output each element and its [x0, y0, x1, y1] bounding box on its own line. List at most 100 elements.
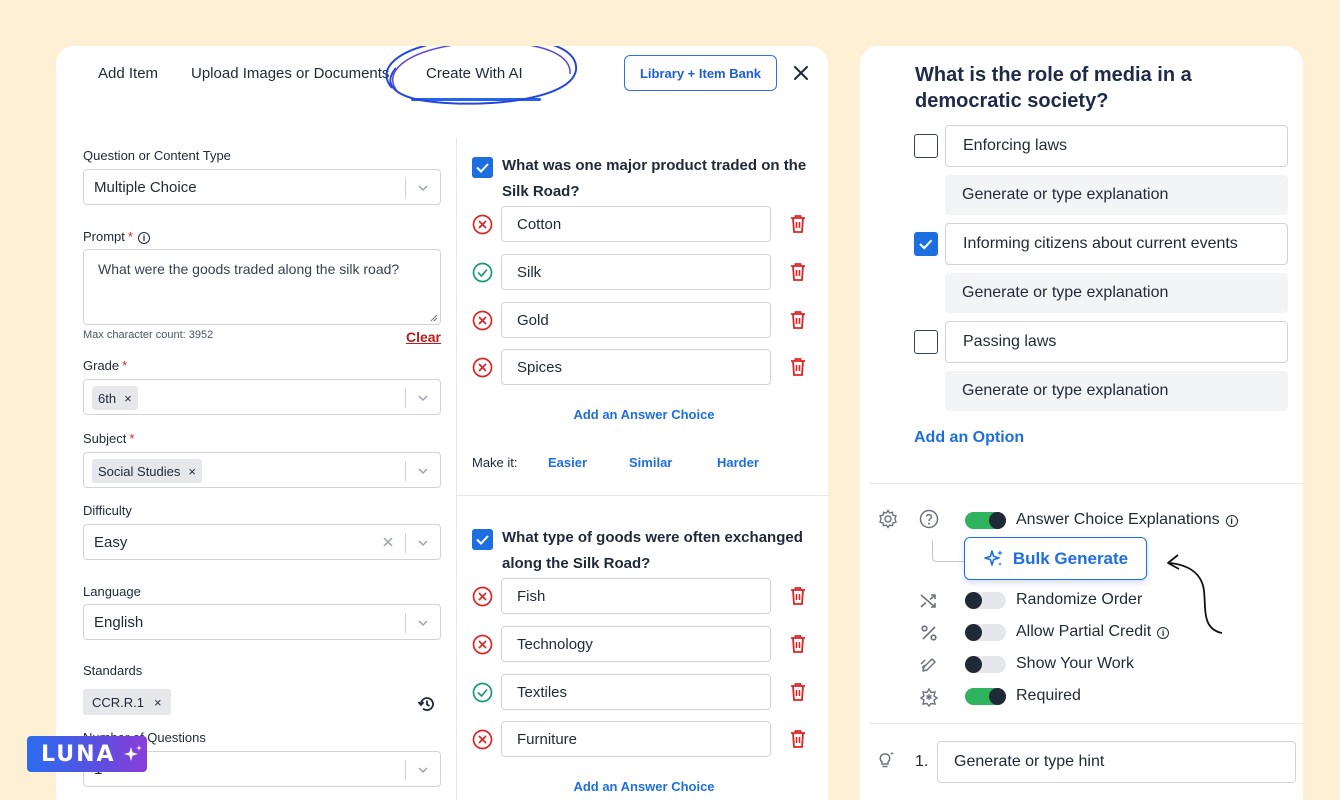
- answer-input[interactable]: Silk: [501, 254, 771, 290]
- incorrect-icon[interactable]: [472, 214, 493, 235]
- question-divider: [456, 495, 828, 496]
- partial-credit-toggle[interactable]: [965, 624, 1006, 641]
- answer-input[interactable]: Gold: [501, 302, 771, 338]
- info-icon[interactable]: i: [137, 232, 150, 244]
- close-icon[interactable]: [790, 62, 812, 84]
- bulk-generate-label: Bulk Generate: [1012, 548, 1129, 568]
- prompt-label: Prompt * i: [83, 229, 150, 244]
- highlight-scribble: [385, 46, 578, 105]
- grade-label: Grade *: [83, 358, 127, 373]
- incorrect-icon[interactable]: [472, 310, 493, 331]
- question-mark-icon: [919, 509, 939, 529]
- chevron-down-icon: [418, 468, 428, 475]
- difficulty-label: Difficulty: [83, 503, 132, 518]
- prompt-label-text: Prompt: [83, 229, 125, 244]
- annotation-arrow: [1167, 554, 1223, 634]
- select-separator: [405, 760, 406, 780]
- question-select-checkbox[interactable]: [472, 529, 493, 550]
- answer-input[interactable]: Textiles: [501, 674, 771, 710]
- incorrect-icon[interactable]: [472, 586, 493, 607]
- pencil-icon: [920, 658, 936, 672]
- answer-input[interactable]: Furniture: [501, 721, 771, 757]
- select-separator: [405, 461, 406, 481]
- language-select[interactable]: English: [83, 604, 441, 640]
- question-title: What type of goods were often exchanged …: [502, 529, 803, 572]
- option-input[interactable]: Informing citizens about current events: [945, 223, 1288, 265]
- info-icon[interactable]: i: [1225, 515, 1238, 527]
- clear-selection-icon[interactable]: [382, 536, 394, 548]
- toggle-knob: [965, 592, 982, 609]
- answer-row: Cotton: [472, 206, 805, 242]
- add-answer-choice-link[interactable]: Add an Answer Choice: [472, 407, 816, 422]
- add-option-link[interactable]: Add an Option: [914, 429, 1024, 447]
- type-label: Question or Content Type: [83, 148, 231, 163]
- harder-link[interactable]: Harder: [717, 455, 759, 470]
- hint-input[interactable]: Generate or type hint: [937, 741, 1296, 783]
- answer-row: Gold: [472, 302, 805, 338]
- explanation-input[interactable]: Generate or type explanation: [945, 371, 1288, 411]
- sparkle-icon: [984, 549, 1003, 566]
- trash-icon[interactable]: [790, 214, 806, 234]
- option-checkbox[interactable]: [914, 232, 938, 256]
- remove-chip-icon[interactable]: ×: [124, 391, 132, 406]
- correct-check-icon[interactable]: [472, 682, 493, 703]
- required-toggle[interactable]: [965, 688, 1006, 705]
- prompt-textarea[interactable]: What were the goods traded along the sil…: [83, 249, 441, 325]
- subject-chip: Social Studies ×: [92, 459, 202, 483]
- remove-chip-icon[interactable]: ×: [188, 464, 196, 479]
- explanation-input[interactable]: Generate or type explanation: [945, 273, 1288, 313]
- question-select-checkbox[interactable]: [472, 157, 493, 178]
- clear-link[interactable]: Clear: [406, 329, 441, 345]
- incorrect-icon[interactable]: [472, 729, 493, 750]
- option-input[interactable]: Enforcing laws: [945, 125, 1288, 167]
- explanation-input[interactable]: Generate or type explanation: [945, 175, 1288, 215]
- hint-number: 1.: [915, 753, 929, 770]
- option-checkbox[interactable]: [914, 134, 938, 158]
- randomize-order-toggle[interactable]: [965, 592, 1006, 609]
- resize-handle-icon[interactable]: [430, 314, 438, 322]
- answer-input[interactable]: Fish: [501, 578, 771, 614]
- difficulty-value: Easy: [94, 534, 128, 551]
- trash-icon[interactable]: [790, 357, 806, 377]
- trash-icon[interactable]: [790, 310, 806, 330]
- gear-icon[interactable]: [878, 509, 898, 529]
- info-icon[interactable]: i: [1157, 627, 1170, 639]
- answer-input[interactable]: Cotton: [501, 206, 771, 242]
- history-icon[interactable]: [417, 694, 437, 714]
- grade-select[interactable]: 6th ×: [83, 379, 441, 415]
- difficulty-select[interactable]: Easy: [83, 524, 441, 560]
- correct-check-icon[interactable]: [472, 262, 493, 283]
- luna-logo: LUNA: [27, 736, 147, 772]
- answer-input[interactable]: Spices: [501, 349, 771, 385]
- subject-chip-text: Social Studies: [98, 463, 181, 479]
- show-your-work-toggle[interactable]: [965, 656, 1006, 673]
- add-answer-choice-link[interactable]: Add an Answer Choice: [472, 779, 816, 794]
- option-input[interactable]: Passing laws: [945, 321, 1288, 363]
- subject-select[interactable]: Social Studies ×: [83, 452, 441, 488]
- option-checkbox[interactable]: [914, 330, 938, 354]
- answer-row: Fish: [472, 578, 805, 614]
- trash-icon[interactable]: [790, 634, 806, 654]
- tab-upload-images[interactable]: Upload Images or Documents: [191, 65, 389, 82]
- incorrect-icon[interactable]: [472, 634, 493, 655]
- required-mark: *: [127, 229, 133, 244]
- tab-add-item[interactable]: Add Item: [98, 65, 158, 82]
- answer-explanations-toggle[interactable]: [965, 512, 1006, 529]
- chevron-down-icon: [418, 540, 428, 547]
- answer-row: Silk: [472, 254, 805, 290]
- chevron-down-icon: [418, 395, 428, 402]
- remove-chip-icon[interactable]: ×: [154, 695, 162, 710]
- trash-icon[interactable]: [790, 586, 806, 606]
- trash-icon[interactable]: [790, 729, 806, 749]
- easier-link[interactable]: Easier: [548, 455, 587, 470]
- answer-input[interactable]: Technology: [501, 626, 771, 662]
- trash-icon[interactable]: [790, 682, 806, 702]
- incorrect-icon[interactable]: [472, 357, 493, 378]
- section-divider: [870, 723, 1303, 724]
- type-select[interactable]: Multiple Choice: [83, 169, 441, 205]
- trash-icon[interactable]: [790, 262, 806, 282]
- standards-label: Standards: [83, 663, 143, 678]
- bulk-generate-button[interactable]: Bulk Generate: [964, 537, 1147, 580]
- library-item-bank-button[interactable]: Library + Item Bank: [624, 55, 777, 91]
- similar-link[interactable]: Similar: [629, 455, 672, 470]
